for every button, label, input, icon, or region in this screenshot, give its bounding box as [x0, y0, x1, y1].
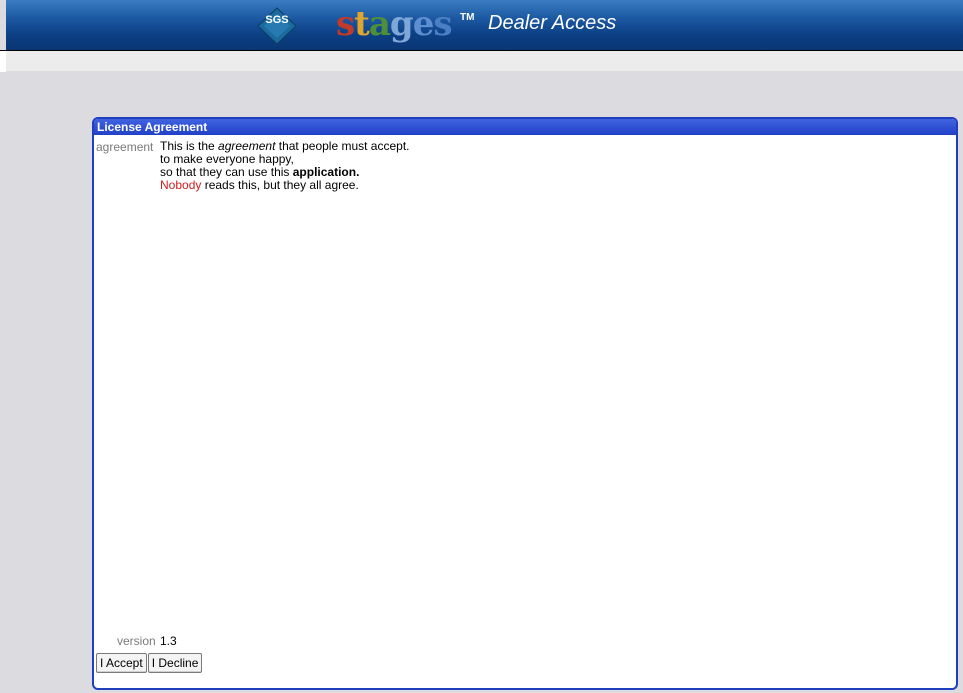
version-value: 1.3 [160, 634, 177, 648]
trademark-mark: TM [460, 12, 475, 23]
agreement-text-part: that people must accept. [275, 139, 410, 153]
dialog-title: License Agreement [94, 119, 956, 135]
logo-letter: s [433, 4, 452, 44]
agreement-bold: application. [292, 165, 360, 179]
decline-button[interactable]: I Decline [147, 653, 203, 673]
app-header: SGS stages TM Dealer Access [6, 0, 963, 50]
version-label: version [117, 634, 156, 648]
agreement-line: Nobody reads this, but they all agree. [160, 179, 410, 192]
agreement-text-part: This is the [160, 139, 219, 153]
sgs-logo-icon: SGS [257, 7, 297, 45]
license-agreement-dialog: License Agreement agreement This is the … [92, 117, 958, 690]
logo-letter: s [336, 4, 355, 44]
stages-logo: stages [336, 2, 452, 46]
toolbar-strip [6, 50, 963, 71]
agreement-emphasis: agreement [218, 139, 276, 153]
agreement-text-part: reads this, but they all agree. [201, 178, 359, 192]
agreement-text-part: so that they can use this [160, 165, 293, 179]
agreement-highlight: Nobody [160, 178, 202, 192]
agreement-text-part: to make everyone happy, [160, 152, 294, 166]
agreement-text: This is the agreement that people must a… [160, 140, 410, 192]
logo-letter: g [389, 4, 414, 44]
logo-letter: t [354, 4, 370, 44]
accept-button[interactable]: I Accept [96, 653, 147, 673]
logo-letter: a [368, 4, 391, 44]
app-title: Dealer Access [488, 12, 617, 34]
sgs-badge-text: SGS [265, 14, 288, 26]
logo-letter: e [412, 4, 435, 44]
dialog-buttons: I Accept I Decline [96, 653, 203, 673]
agreement-label: agreement [96, 140, 154, 154]
